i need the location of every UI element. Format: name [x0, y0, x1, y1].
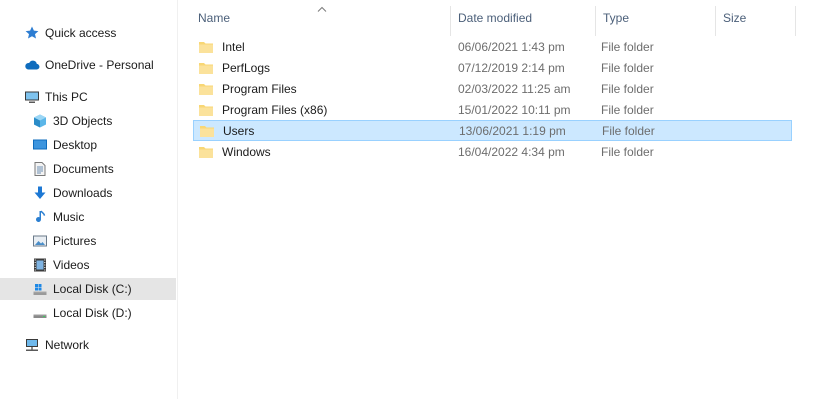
drive-icon — [32, 305, 48, 321]
nav-item-quick-access[interactable]: Quick access — [0, 22, 176, 44]
nav-item-network[interactable]: Network — [0, 334, 176, 356]
nav-item-3d-objects[interactable]: 3D Objects — [0, 110, 176, 132]
folder-icon — [198, 61, 214, 75]
nav-label: This PC — [45, 90, 88, 104]
nav-item-local-disk-d[interactable]: Local Disk (D:) — [0, 302, 176, 324]
nav-label: Downloads — [53, 186, 113, 200]
document-icon — [32, 161, 48, 177]
nav-item-documents[interactable]: Documents — [0, 158, 176, 180]
file-row-users[interactable]: Users 13/06/2021 1:19 pm File folder — [193, 120, 792, 141]
folder-icon — [199, 124, 215, 138]
file-date: 13/06/2021 1:19 pm — [459, 123, 566, 138]
nav-label: Documents — [53, 162, 114, 176]
windows-drive-icon — [32, 281, 48, 297]
pane-divider — [177, 0, 178, 399]
nav-label: Videos — [53, 258, 90, 272]
column-name-label: Name — [198, 11, 231, 25]
nav-item-this-pc[interactable]: This PC — [0, 86, 176, 108]
file-name-cell: Program Files (x86) — [198, 99, 327, 120]
file-name-cell: Users — [199, 120, 254, 141]
folder-icon — [198, 103, 214, 117]
network-icon — [24, 337, 40, 353]
file-name-cell: Program Files — [198, 78, 297, 99]
column-date-modified[interactable]: Date modified — [450, 0, 595, 36]
file-name: PerfLogs — [222, 60, 271, 75]
column-size-label: Size — [723, 11, 747, 25]
nav-item-videos[interactable]: Videos — [0, 254, 176, 276]
column-type[interactable]: Type — [595, 0, 715, 36]
file-row-program-files-x86[interactable]: Program Files (x86) 15/01/2022 10:11 pm … — [193, 99, 792, 120]
folder-icon — [198, 145, 214, 159]
file-name: Windows — [222, 144, 271, 159]
file-row-perflogs[interactable]: PerfLogs 07/12/2019 2:14 pm File folder — [193, 57, 792, 78]
file-type: File folder — [601, 102, 654, 117]
cloud-icon — [24, 57, 40, 73]
nav-label: Network — [45, 338, 90, 352]
download-arrow-icon — [32, 185, 48, 201]
navigation-pane: Quick access OneDrive - Personal This PC… — [0, 0, 177, 399]
file-row-windows[interactable]: Windows 16/04/2022 4:34 pm File folder — [193, 141, 792, 162]
star-icon — [24, 25, 40, 41]
file-row-intel[interactable]: Intel 06/06/2021 1:43 pm File folder — [193, 36, 792, 57]
file-name-cell: PerfLogs — [198, 57, 270, 78]
film-icon — [32, 257, 48, 273]
file-date: 15/01/2022 10:11 pm — [458, 102, 571, 117]
file-type: File folder — [601, 39, 654, 54]
file-date: 06/06/2021 1:43 pm — [458, 39, 565, 54]
nav-item-local-disk-c[interactable]: Local Disk (C:) — [0, 278, 176, 300]
column-date-label: Date modified — [458, 11, 533, 25]
music-note-icon — [32, 209, 48, 225]
nav-item-downloads[interactable]: Downloads — [0, 182, 176, 204]
file-date: 02/03/2022 11:25 am — [458, 81, 571, 96]
file-type: File folder — [601, 144, 654, 159]
file-row-program-files[interactable]: Program Files 02/03/2022 11:25 am File f… — [193, 78, 792, 99]
folder-icon — [198, 40, 214, 54]
column-name[interactable]: Name — [190, 0, 450, 36]
nav-item-onedrive[interactable]: OneDrive - Personal — [0, 54, 176, 76]
desktop-icon — [32, 137, 48, 153]
monitor-icon — [24, 89, 40, 105]
nav-item-music[interactable]: Music — [0, 206, 176, 228]
file-name-cell: Windows — [198, 141, 271, 162]
column-type-label: Type — [603, 11, 630, 25]
file-type: File folder — [601, 81, 654, 96]
cube-icon — [32, 113, 48, 129]
file-name-cell: Intel — [198, 36, 245, 57]
nav-label: Desktop — [53, 138, 98, 152]
nav-item-desktop[interactable]: Desktop — [0, 134, 176, 156]
nav-label: Quick access — [45, 26, 117, 40]
picture-icon — [32, 233, 48, 249]
nav-label: Pictures — [53, 234, 97, 248]
nav-label: 3D Objects — [53, 114, 113, 128]
nav-label: Local Disk (D:) — [53, 306, 132, 320]
file-name: Intel — [222, 39, 245, 54]
file-name: Program Files (x86) — [222, 102, 328, 117]
nav-label: OneDrive - Personal — [45, 58, 154, 72]
nav-label: Music — [53, 210, 85, 224]
column-header: Name Date modified Type Size — [190, 0, 796, 36]
file-date: 16/04/2022 4:34 pm — [458, 144, 565, 159]
nav-item-pictures[interactable]: Pictures — [0, 230, 176, 252]
file-type: File folder — [601, 60, 654, 75]
file-date: 07/12/2019 2:14 pm — [458, 60, 565, 75]
file-type: File folder — [602, 123, 655, 138]
file-name: Users — [223, 123, 255, 138]
column-size[interactable]: Size — [715, 0, 795, 36]
nav-label: Local Disk (C:) — [53, 282, 132, 296]
file-name: Program Files — [222, 81, 297, 96]
column-resize-handle[interactable] — [795, 6, 796, 36]
folder-icon — [198, 82, 214, 96]
